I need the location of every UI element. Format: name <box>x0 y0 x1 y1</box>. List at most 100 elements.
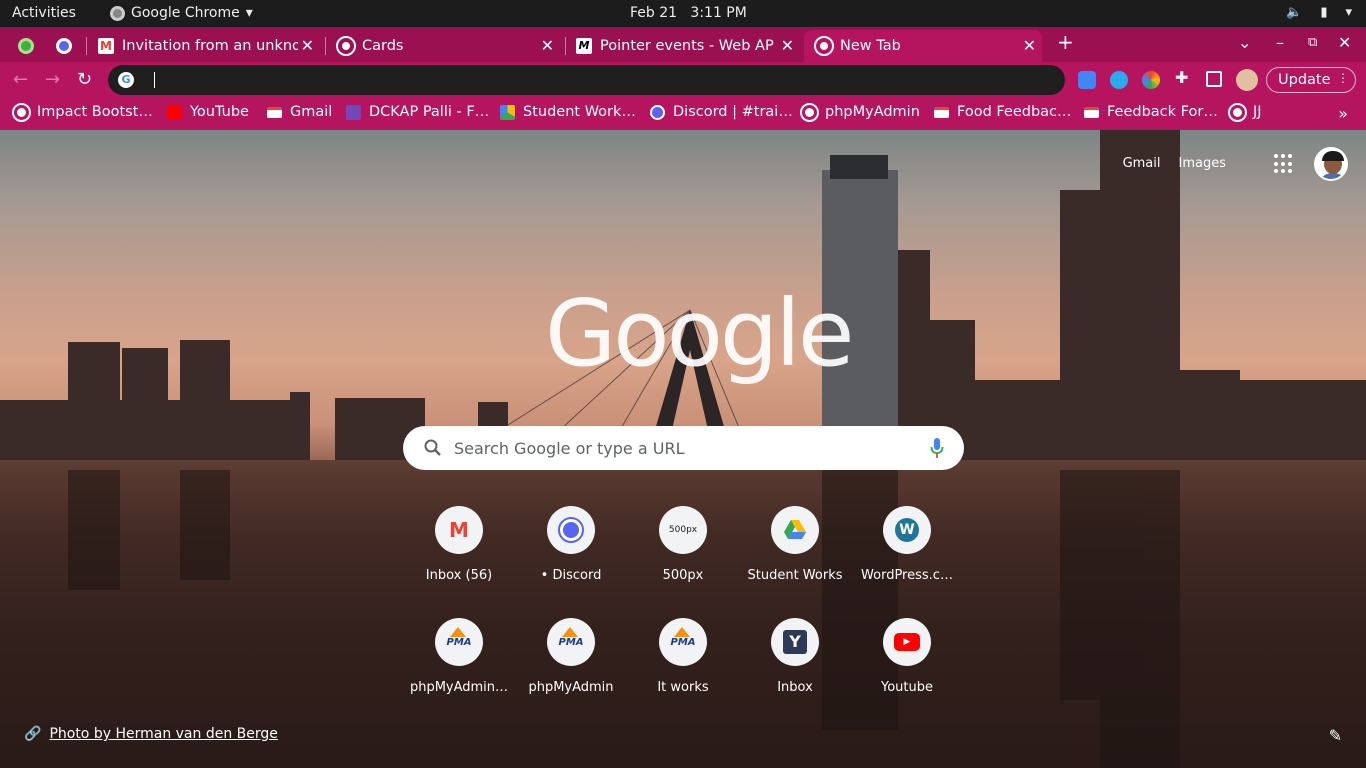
bookmark-item[interactable]: JJ <box>1228 102 1262 122</box>
shortcut-tile[interactable]: ▶ Youtube <box>851 618 963 730</box>
time: 3:11 PM <box>690 5 747 21</box>
reload-button[interactable]: ↻ <box>77 69 92 90</box>
address-bar[interactable]: G <box>108 65 1065 95</box>
system-tray[interactable]: 🔈 ▮ ▾ <box>1286 5 1352 20</box>
activities-button[interactable]: Activities <box>12 5 76 21</box>
bookmark-label: Food Feedbac… <box>957 104 1072 120</box>
bookmark-label: phpMyAdmin <box>825 104 920 120</box>
system-top-bar: Activities Google Chrome ▾ Feb 21 3:11 P… <box>0 0 1366 27</box>
shortcut-tile[interactable]: • Discord <box>515 506 627 618</box>
close-window-button[interactable]: ✕ <box>1338 33 1351 52</box>
bookmark-label: Discord | #trai… <box>673 104 793 120</box>
tab-separator <box>325 37 326 55</box>
search-icon <box>424 439 441 456</box>
gmail-icon: M <box>435 506 483 554</box>
tab-pinned-loading[interactable] <box>18 30 48 62</box>
bookmark-item[interactable]: Gmail <box>267 104 332 120</box>
shortcut-tile[interactable]: PMA phpMyAdmin… <box>403 618 515 730</box>
shortcut-tile[interactable]: Student Works <box>739 506 851 618</box>
bookmark-item[interactable]: Impact Bootst… <box>12 102 153 122</box>
extensions-puzzle-icon[interactable]: ✚ <box>1175 68 1193 87</box>
spinner-icon <box>18 38 34 54</box>
chevron-down-icon: ▾ <box>245 5 253 21</box>
bookmark-item[interactable]: DCKAP Palli - F… <box>346 104 489 120</box>
microphone-icon[interactable] <box>930 437 944 459</box>
shortcut-tile[interactable]: W WordPress.c… <box>851 506 963 618</box>
link-icon: 🔗 <box>24 726 42 742</box>
account-avatar[interactable] <box>1314 147 1348 181</box>
google-icon: G <box>118 72 134 88</box>
photo-credit-link[interactable]: Photo by Herman van den Berge <box>49 726 277 742</box>
side-panel-icon[interactable] <box>1206 71 1222 87</box>
chrome-icon <box>110 5 125 21</box>
tab-invitation[interactable]: M Invitation from an unknown ✕ <box>98 30 320 62</box>
more-menu-icon: ⋮ <box>1337 71 1349 85</box>
shortcut-tile[interactable]: M Inbox (56) <box>403 506 515 618</box>
translate-extension-icon[interactable] <box>1078 71 1096 89</box>
shortcut-label: Inbox (56) <box>425 568 493 583</box>
profile-avatar[interactable] <box>1236 69 1258 91</box>
telegram-extension-icon[interactable] <box>1110 71 1128 89</box>
ntp-search-box[interactable]: Search Google or type a URL <box>403 426 964 470</box>
tab-search-button[interactable]: ⌄ <box>1238 33 1251 52</box>
bookmark-label: Student Work… <box>523 104 636 120</box>
back-button[interactable]: ← <box>13 69 28 90</box>
restore-button[interactable]: ⧉ <box>1308 35 1317 50</box>
phpmyadmin-icon: PMA <box>659 618 707 666</box>
tab-cards[interactable]: Cards ✕ <box>336 30 560 62</box>
bookmark-item[interactable]: YouTube <box>167 104 249 120</box>
google-apps-icon[interactable] <box>1274 154 1294 174</box>
discord-icon <box>547 506 595 554</box>
tab-pinned-discord[interactable] <box>56 30 86 62</box>
update-button[interactable]: Update ⋮ <box>1266 67 1356 93</box>
gmail-link[interactable]: Gmail <box>1123 156 1161 171</box>
shortcut-label: 500px <box>662 568 704 583</box>
drive-icon <box>500 104 515 120</box>
shortcut-label: phpMyAdmin <box>528 680 614 695</box>
bookmark-label: Gmail <box>290 104 333 120</box>
gmail-icon: M <box>98 38 114 54</box>
app-menu[interactable]: Google Chrome ▾ <box>110 5 253 21</box>
bookmark-item[interactable]: Discord | #trai… <box>650 104 793 120</box>
images-link[interactable]: Images <box>1179 156 1227 171</box>
update-label: Update <box>1278 72 1331 88</box>
shortcut-tile[interactable]: Y Inbox <box>739 618 851 730</box>
close-icon[interactable]: ✕ <box>781 36 794 55</box>
shortcut-tile[interactable]: PMA phpMyAdmin <box>515 618 627 730</box>
close-icon[interactable]: ✕ <box>1023 36 1036 55</box>
chevron-down-icon: ▾ <box>1345 5 1352 20</box>
close-icon[interactable]: ✕ <box>541 36 554 55</box>
gmail-icon <box>1084 106 1099 118</box>
bookmark-item[interactable]: Feedback For… <box>1084 104 1218 120</box>
bookmark-label: JJ <box>1253 104 1262 120</box>
bookmarks-overflow-button[interactable]: » <box>1338 104 1348 123</box>
yahoo-icon: Y <box>771 618 819 666</box>
500px-icon: 500px <box>659 506 707 554</box>
bookmark-item[interactable]: phpMyAdmin <box>800 102 920 122</box>
forward-button[interactable]: → <box>45 69 60 90</box>
clock[interactable]: Feb 21 3:11 PM <box>630 5 747 21</box>
photo-credit[interactable]: 🔗 Photo by Herman van den Berge <box>24 726 278 742</box>
battery-icon: ▮ <box>1320 5 1328 20</box>
close-icon[interactable]: ✕ <box>301 36 314 55</box>
ntp-header-links: Gmail Images <box>1123 156 1226 171</box>
shortcut-tile[interactable]: 500px 500px <box>627 506 739 618</box>
customize-pencil-icon[interactable]: ✎ <box>1329 726 1342 745</box>
new-tab-button[interactable]: + <box>1057 30 1074 54</box>
text-caret <box>154 72 155 88</box>
shortcut-tile[interactable]: PMA It works <box>627 618 739 730</box>
shortcut-label: phpMyAdmin… <box>409 680 509 695</box>
new-tab-page: Gmail Images Google Search Google or typ… <box>0 130 1366 768</box>
tab-new-tab[interactable]: New Tab ✕ <box>804 30 1042 62</box>
tab-pointer-events[interactable]: M Pointer events - Web APIs ✕ <box>576 30 800 62</box>
bookmark-item[interactable]: Food Feedbac… <box>934 104 1072 120</box>
tab-separator <box>86 37 87 55</box>
bookmark-label: Feedback For… <box>1107 104 1218 120</box>
bookmark-label: Impact Bootst… <box>37 104 153 120</box>
google-logo: Google <box>545 280 854 387</box>
minimize-button[interactable]: – <box>1276 33 1284 52</box>
shortcut-label: It works <box>657 680 709 695</box>
date: Feb 21 <box>630 5 678 21</box>
bookmark-item[interactable]: Student Work… <box>500 104 636 120</box>
color-picker-extension-icon[interactable] <box>1142 71 1160 89</box>
